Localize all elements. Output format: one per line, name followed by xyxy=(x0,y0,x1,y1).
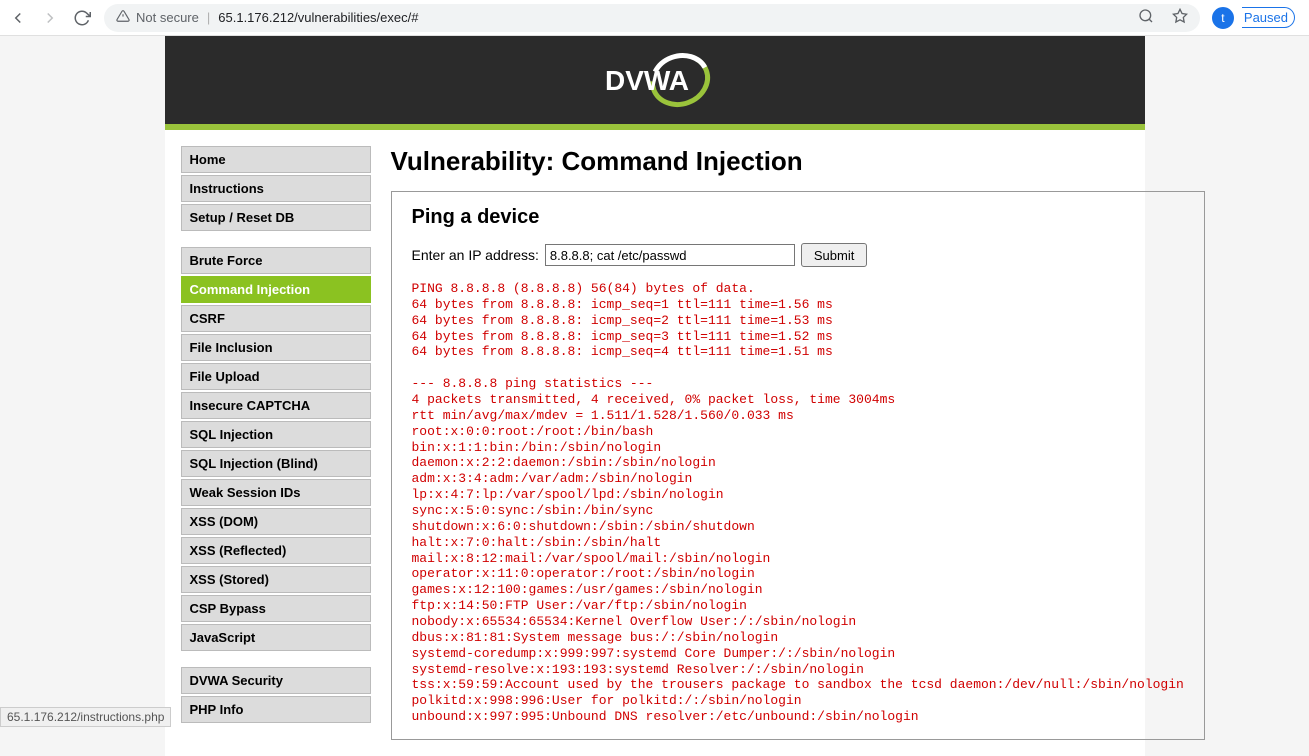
ip-label: Enter an IP address: xyxy=(412,247,539,263)
security-label: Not secure xyxy=(136,10,199,25)
dvwa-logo: DVWA xyxy=(595,50,715,110)
page-wrap: DVWA HomeInstructionsSetup / Reset DB Br… xyxy=(165,36,1145,756)
forward-icon[interactable] xyxy=(40,8,60,28)
sidebar: HomeInstructionsSetup / Reset DB Brute F… xyxy=(181,146,371,739)
sidebar-item-xss-dom[interactable]: XSS (DOM) xyxy=(181,508,371,535)
ping-form: Enter an IP address: Submit xyxy=(412,243,1184,267)
sidebar-item-javascript[interactable]: JavaScript xyxy=(181,624,371,651)
command-output: PING 8.8.8.8 (8.8.8.8) 56(84) bytes of d… xyxy=(412,281,1184,725)
url-text: 65.1.176.212/vulnerabilities/exec/# xyxy=(218,10,418,25)
page-title: Vulnerability: Command Injection xyxy=(391,146,1205,177)
back-icon[interactable] xyxy=(8,8,28,28)
sidebar-item-captcha[interactable]: Insecure CAPTCHA xyxy=(181,392,371,419)
browser-chrome: Not secure | 65.1.176.212/vulnerabilitie… xyxy=(0,0,1309,36)
profile-paused[interactable]: Paused xyxy=(1242,7,1295,28)
sidebar-item-command-injection[interactable]: Command Injection xyxy=(181,276,371,303)
sidebar-item-sql-injection[interactable]: SQL Injection xyxy=(181,421,371,448)
header: DVWA xyxy=(165,36,1145,124)
sidebar-item-file-inclusion[interactable]: File Inclusion xyxy=(181,334,371,361)
sidebar-item-phpinfo[interactable]: PHP Info xyxy=(181,696,371,723)
star-icon[interactable] xyxy=(1172,8,1188,27)
panel-title: Ping a device xyxy=(412,206,1184,229)
ip-input[interactable] xyxy=(545,244,795,266)
ping-panel: Ping a device Enter an IP address: Submi… xyxy=(391,191,1205,740)
sidebar-item-home[interactable]: Home xyxy=(181,146,371,173)
sidebar-item-sql-blind[interactable]: SQL Injection (Blind) xyxy=(181,450,371,477)
url-bar[interactable]: Not secure | 65.1.176.212/vulnerabilitie… xyxy=(104,4,1200,32)
reload-icon[interactable] xyxy=(72,8,92,28)
avatar[interactable]: t xyxy=(1212,7,1234,29)
sidebar-item-instructions[interactable]: Instructions xyxy=(181,175,371,202)
sidebar-item-csp-bypass[interactable]: CSP Bypass xyxy=(181,595,371,622)
zoom-icon[interactable] xyxy=(1138,8,1154,27)
main-content: Vulnerability: Command Injection Ping a … xyxy=(391,146,1205,740)
sidebar-item-setup[interactable]: Setup / Reset DB xyxy=(181,204,371,231)
sidebar-item-csrf[interactable]: CSRF xyxy=(181,305,371,332)
status-bar: 65.1.176.212/instructions.php xyxy=(0,707,171,727)
submit-button[interactable]: Submit xyxy=(801,243,867,267)
warning-icon xyxy=(116,9,130,26)
sidebar-item-security[interactable]: DVWA Security xyxy=(181,667,371,694)
logo-text: DVWA xyxy=(605,65,689,96)
sidebar-item-file-upload[interactable]: File Upload xyxy=(181,363,371,390)
sidebar-item-xss-reflected[interactable]: XSS (Reflected) xyxy=(181,537,371,564)
sidebar-item-weak-session[interactable]: Weak Session IDs xyxy=(181,479,371,506)
sidebar-item-xss-stored[interactable]: XSS (Stored) xyxy=(181,566,371,593)
sidebar-item-brute-force[interactable]: Brute Force xyxy=(181,247,371,274)
